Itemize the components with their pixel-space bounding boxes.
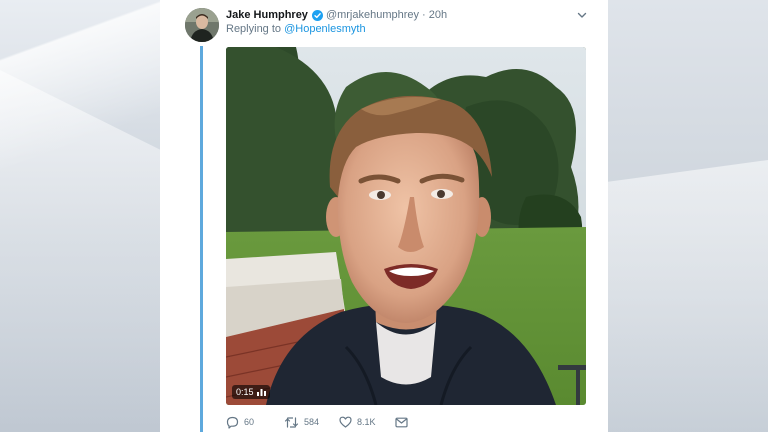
timestamp[interactable]: 20h xyxy=(429,9,447,21)
separator-dot: · xyxy=(422,9,426,21)
thread-line xyxy=(200,46,203,432)
reply-button[interactable]: 60 xyxy=(226,416,284,429)
tweet-card: Jake Humphrey @mrjakehumphrey · 20h Repl… xyxy=(160,0,608,432)
retweet-icon xyxy=(284,416,299,429)
avatar[interactable] xyxy=(185,8,219,42)
like-count: 8.1K xyxy=(357,417,376,427)
video-player[interactable]: 0:15 xyxy=(226,47,586,405)
tweet-header: Jake Humphrey @mrjakehumphrey · 20h xyxy=(226,6,588,24)
tweet-actions: 60 584 8.1K xyxy=(226,414,408,430)
replying-to-line: Replying to @Hopenlesmyth xyxy=(226,23,366,35)
video-frame xyxy=(226,47,586,405)
reply-count: 60 xyxy=(244,417,255,427)
heart-icon xyxy=(339,416,352,428)
retweet-button[interactable]: 584 xyxy=(284,416,339,429)
bar-chart-icon xyxy=(256,388,266,396)
direct-message-button[interactable] xyxy=(395,417,408,428)
verified-badge-icon xyxy=(311,9,323,21)
display-name[interactable]: Jake Humphrey xyxy=(226,9,308,21)
like-button[interactable]: 8.1K xyxy=(339,416,395,428)
background-panel-right xyxy=(608,0,768,432)
retweet-count: 584 xyxy=(304,417,320,427)
replying-prefix: Replying to xyxy=(226,23,285,35)
replying-to-handle[interactable]: @Hopenlesmyth xyxy=(284,23,365,35)
video-duration: 0:15 xyxy=(236,387,254,397)
envelope-icon xyxy=(395,417,408,428)
user-handle[interactable]: @mrjakehumphrey xyxy=(326,9,419,21)
video-duration-badge: 0:15 xyxy=(232,385,270,399)
background-panel-left xyxy=(0,0,160,432)
chevron-down-icon[interactable] xyxy=(576,9,588,21)
reply-icon xyxy=(226,416,239,429)
